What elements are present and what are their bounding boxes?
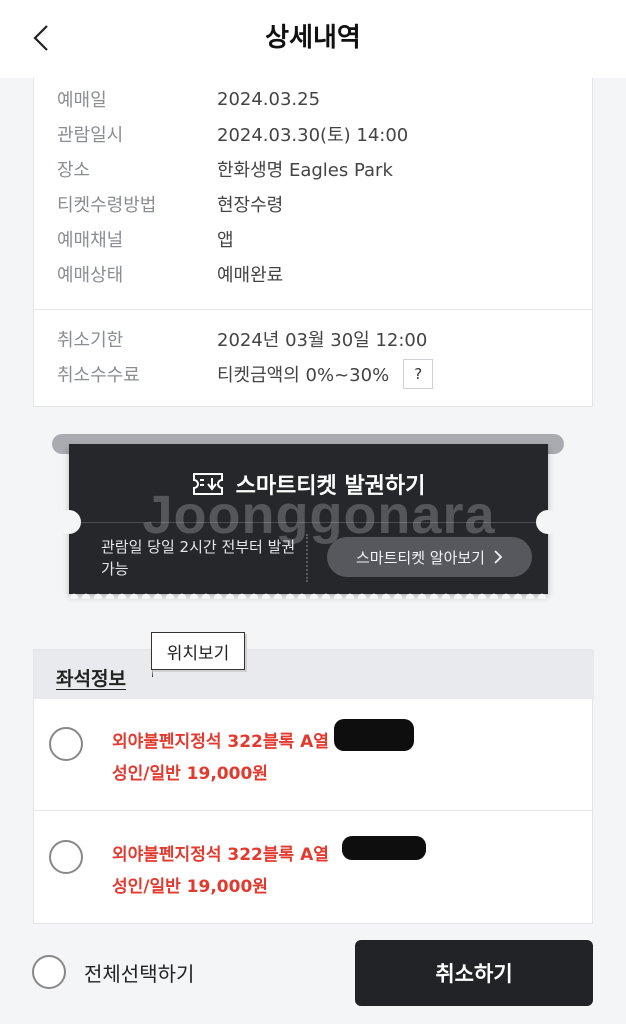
seat-radio[interactable] [49, 840, 83, 874]
redaction-mark [334, 719, 414, 751]
info-row-cancel-deadline: 취소기한 2024년 03월 30일 12:00 [57, 324, 427, 354]
info-label: 취소기한 [57, 330, 124, 351]
fee-help-button[interactable]: ? [403, 359, 434, 389]
seat-price: 성인/일반 19,000원 [112, 764, 268, 784]
info-label: 취소수수료 [57, 365, 140, 386]
ticket-separator [306, 534, 308, 582]
bottom-action-bar: 전체선택하기 취소하기 [0, 930, 626, 1024]
seat-row[interactable]: 외야불펜지정석 322블록 A열 성인/일반 19,000원 [34, 812, 594, 924]
info-row-cancel-fee: 취소수수료 티켓금액의 0%~30% ? [57, 359, 434, 389]
info-value: 한화생명 Eagles Park [217, 160, 393, 181]
info-value: 2024.03.30(토) 14:00 [217, 125, 409, 146]
info-row-channel: 예매채널 앱 [57, 224, 234, 254]
view-location-tooltip[interactable]: 위치보기 [151, 632, 245, 670]
info-label: 예매상태 [57, 265, 124, 286]
info-value: 앱 [217, 230, 234, 251]
smart-ticket-issue-button[interactable]: 스마트티켓 발권하기 Joonggonara 관람일 당일 2시간 전부터 발권… [57, 444, 560, 599]
cancel-button[interactable]: 취소하기 [355, 940, 593, 1006]
top-app-bar: 상세내역 [0, 0, 626, 78]
info-row-venue: 장소 한화생명 Eagles Park [57, 154, 393, 184]
smart-ticket-note: 관람일 당일 2시간 전부터 발권 가능 [101, 538, 296, 578]
info-row-game-datetime: 관람일시 2024.03.30(토) 14:00 [57, 119, 408, 149]
seat-name: 외야불펜지정석 322블록 A열 [112, 845, 329, 865]
seat-info-card: 좌석정보 외야불펜지정석 322블록 A열 성인/일반 19,000원 외야불펜… [33, 649, 594, 924]
info-value: 예매완료 [217, 265, 284, 286]
info-label: 관람일시 [57, 125, 124, 146]
seat-info-header: 좌석정보 [34, 650, 594, 699]
seat-row[interactable]: 외야불펜지정석 322블록 A열 성인/일반 19,000원 [34, 699, 594, 811]
redaction-mark [342, 836, 426, 860]
seat-radio[interactable] [49, 727, 83, 761]
select-all-radio[interactable] [32, 955, 66, 989]
info-row-pickup-method: 티켓수령방법 현장수령 [57, 189, 283, 219]
info-value: 2024년 03월 30일 12:00 [217, 330, 428, 351]
select-all-label: 전체선택하기 [84, 961, 195, 986]
info-value: 2024.03.25 [217, 88, 321, 110]
seat-name: 외야불펜지정석 322블록 A열 [112, 732, 329, 752]
ticket-notch [57, 510, 81, 534]
info-value: 현장수령 [217, 195, 284, 216]
smart-ticket-learn-more-button[interactable]: 스마트티켓 알아보기 [327, 537, 532, 577]
select-all-toggle[interactable]: 전체선택하기 [32, 954, 194, 990]
booking-info-card: 예매일 2024.03.25 관람일시 2024.03.30(토) 14:00 … [33, 78, 593, 407]
info-value: 티켓금액의 0%~30% [217, 365, 390, 386]
ticket-notch [536, 510, 560, 534]
info-label: 예매일 [57, 90, 107, 111]
info-row-status: 예매상태 예매완료 [57, 259, 283, 289]
page-title: 상세내역 [265, 23, 361, 53]
divider [34, 309, 592, 310]
seat-info-title: 좌석정보 [56, 668, 126, 690]
smart-ticket-card: 스마트티켓 발권하기 Joonggonara 관람일 당일 2시간 전부터 발권… [52, 434, 564, 599]
seat-price: 성인/일반 19,000원 [112, 877, 268, 897]
info-row-booking-date: 예매일 2024.03.25 [57, 84, 320, 114]
tooltip-tail [152, 668, 153, 677]
info-label: 장소 [57, 160, 91, 181]
learn-more-label: 스마트티켓 알아보기 [356, 548, 485, 567]
info-label: 예매채널 [57, 230, 124, 251]
chevron-right-icon [494, 550, 503, 564]
ticket-perforation [69, 589, 548, 599]
info-label: 티켓수령방법 [57, 195, 157, 216]
